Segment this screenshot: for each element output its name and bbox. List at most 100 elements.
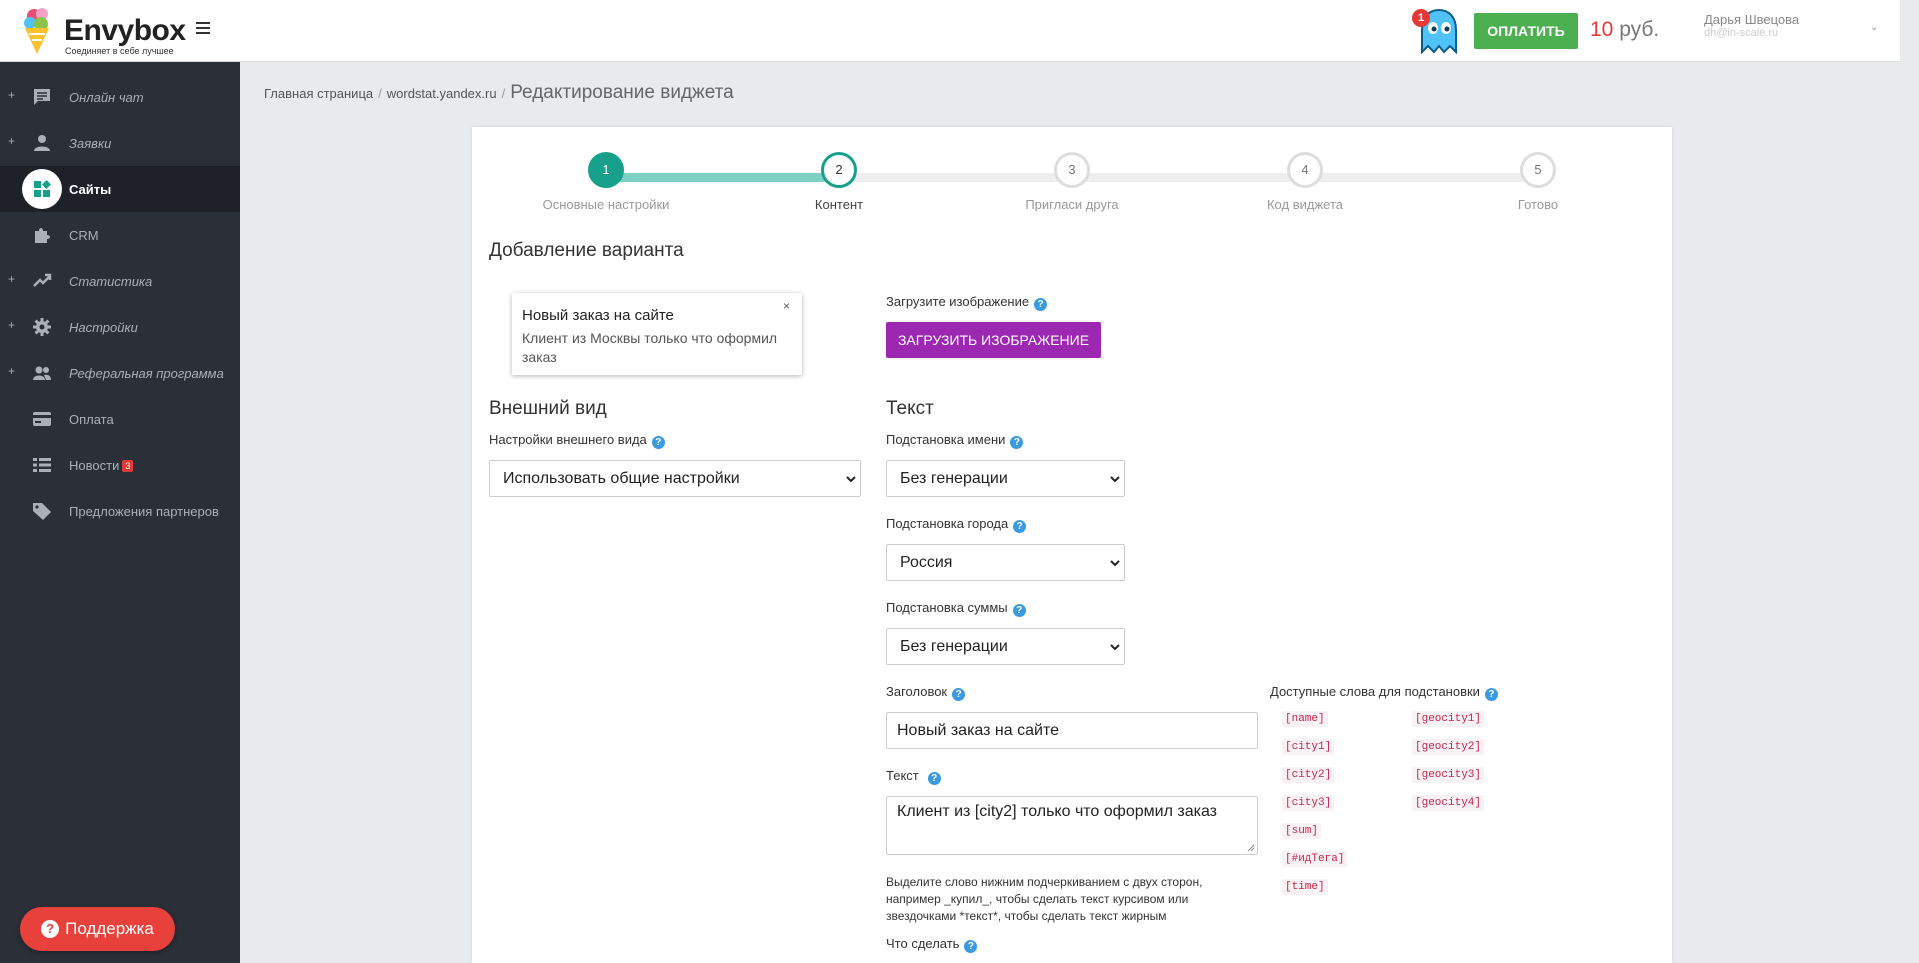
help-icon[interactable]: ? (952, 688, 966, 701)
sidebar-item-label: Оплата (69, 412, 114, 427)
pay-button[interactable]: ОПЛАТИТЬ (1474, 13, 1578, 49)
step-label: Готово (1517, 197, 1559, 212)
expand-plus-icon[interactable]: + (8, 364, 15, 378)
sidebar-item-crm[interactable]: CRM (0, 212, 240, 258)
help-icon[interactable]: ? (1034, 298, 1048, 311)
formatting-hint: Выделите слово нижним подчеркиванием с д… (886, 875, 1203, 923)
gear-icon (33, 318, 51, 336)
ice-cream-logo-icon (24, 8, 49, 54)
top-bar: Envybox Соединяет в себе лучшее 1 ОПЛАТИ… (0, 0, 1900, 62)
user-menu-chevron-down-icon[interactable]: ⌄ (1870, 22, 1878, 33)
placeholder-tag[interactable]: [city3] (1282, 795, 1335, 811)
placeholder-tag[interactable]: [geocity2] (1412, 739, 1485, 755)
placeholder-tag[interactable]: [city1] (1282, 739, 1335, 755)
tag-icon (33, 503, 51, 520)
sidebar-item-settings[interactable]: + Настройки (0, 304, 240, 350)
close-icon[interactable]: × (783, 299, 790, 313)
chevron-down-icon (1110, 560, 1120, 567)
chat-icon (34, 89, 50, 105)
help-icon[interactable]: ? (651, 436, 665, 449)
sidebar-item-sites[interactable]: Сайты (0, 166, 240, 212)
trending-icon (33, 273, 52, 287)
card-icon (33, 412, 51, 426)
puzzle-icon (35, 228, 50, 243)
people-icon (33, 366, 51, 380)
appearance-heading: Внешний вид (489, 398, 607, 419)
expand-plus-icon[interactable]: + (8, 88, 15, 102)
step-done[interactable]: 5 Готово (1458, 152, 1618, 212)
hamburger-menu-icon[interactable] (196, 22, 210, 36)
upload-label: Загрузите изображение? (886, 294, 1048, 311)
name-substitution-value: Без генерации (900, 470, 1008, 487)
news-label-text: Новости (69, 458, 120, 473)
placeholder-tag[interactable]: [city2] (1282, 767, 1335, 783)
placeholder-tag[interactable]: [sum] (1282, 823, 1322, 839)
body-text-textarea[interactable]: Клиент из [city2] только что оформил зак… (886, 796, 1258, 855)
placeholders-heading-text: Доступные слова для подстановки (1270, 684, 1480, 699)
placeholder-tag[interactable]: [name] (1282, 711, 1328, 727)
sidebar-item-requests[interactable]: + Заявки (0, 120, 240, 166)
support-button[interactable]: ? Поддержка (20, 907, 175, 951)
sidebar-item-news[interactable]: Новости 3 (0, 442, 240, 488)
person-icon (34, 135, 50, 151)
logo-name: Envybox (64, 14, 186, 47)
news-count-badge: 3 (122, 460, 134, 472)
step-number: 1 (588, 152, 624, 188)
sidebar-item-online-chat[interactable]: + Онлайн чат (0, 74, 240, 120)
expand-plus-icon[interactable]: + (8, 134, 15, 148)
breadcrumb-current: Редактирование виджета (510, 82, 734, 103)
help-icon[interactable]: ? (964, 940, 978, 953)
appearance-select-value: Использовать общие настройки (503, 470, 740, 487)
balance-amount: 10 (1590, 18, 1614, 41)
expand-plus-icon[interactable]: + (8, 272, 15, 286)
logo[interactable]: Envybox Соединяет в себе лучшее (22, 6, 186, 56)
placeholder-tag[interactable]: [geocity3] (1412, 767, 1485, 783)
sidebar-item-label: Реферальная программа (69, 366, 224, 381)
city-substitution-select[interactable]: Россия (886, 544, 1125, 581)
title-input[interactable]: Новый заказ на сайте (886, 712, 1258, 749)
stepper: 1 Основные настройки 2 Контент 3 Приглас… (472, 152, 1672, 232)
help-icon[interactable]: ? (1012, 604, 1026, 617)
sidebar-item-label: Настройки (69, 320, 138, 335)
sidebar-item-label: Сайты (69, 182, 112, 197)
help-icon[interactable]: ? (1010, 436, 1024, 449)
help-icon[interactable]: ? (1484, 688, 1498, 701)
help-icon[interactable]: ? (1013, 520, 1027, 533)
step-invite-friend[interactable]: 3 Пригласи друга (992, 152, 1152, 212)
breadcrumb-site[interactable]: wordstat.yandex.ru (387, 86, 497, 101)
placeholder-tag[interactable]: [#идТега] (1282, 851, 1348, 867)
expand-plus-icon[interactable]: + (8, 318, 15, 332)
notification-preview: × Новый заказ на сайте Клиент из Москвы … (512, 293, 802, 375)
chevron-down-icon (1110, 644, 1120, 651)
breadcrumb-home[interactable]: Главная страница (264, 86, 373, 101)
step-widget-code[interactable]: 4 Код виджета (1225, 152, 1385, 212)
sidebar-item-partner-offers[interactable]: Предложения партнеров (0, 488, 240, 534)
appearance-select[interactable]: Использовать общие настройки (489, 460, 861, 497)
sidebar-item-payment[interactable]: Оплата (0, 396, 240, 442)
sum-substitution-select[interactable]: Без генерации (886, 628, 1125, 665)
title-label: Заголовок? (886, 684, 966, 701)
placeholder-tag[interactable]: [time] (1282, 879, 1328, 895)
breadcrumb-separator: / (501, 86, 506, 101)
question-icon: ? (41, 920, 60, 938)
step-number: 2 (821, 152, 857, 188)
notification-badge: 1 (1412, 9, 1430, 27)
sidebar-item-referral-program[interactable]: + Реферальная программа (0, 350, 240, 396)
user-name[interactable]: Дарья Швецова (1704, 12, 1799, 27)
user-email[interactable]: dh@in-scale.ru (1704, 27, 1778, 39)
sites-icon (34, 180, 51, 197)
upload-image-button[interactable]: ЗАГРУЗИТЬ ИЗОБРАЖЕНИЕ (886, 322, 1101, 358)
step-content[interactable]: 2 Контент (759, 152, 919, 212)
chevron-down-icon (1110, 476, 1120, 483)
name-substitution-select[interactable]: Без генерации (886, 460, 1125, 497)
upload-label-text: Загрузите изображение (886, 294, 1030, 309)
help-icon[interactable]: ? (927, 772, 941, 785)
sidebar-item-statistics[interactable]: + Статистика (0, 258, 240, 304)
city-substitution-label-text: Подстановка города (886, 516, 1009, 531)
placeholder-tag[interactable]: [geocity4] (1412, 795, 1485, 811)
name-substitution-label-text: Подстановка имени (886, 432, 1006, 447)
resize-grip-icon[interactable] (1247, 844, 1255, 852)
placeholder-tag[interactable]: [geocity1] (1412, 711, 1485, 727)
breadcrumb-separator: / (378, 86, 382, 101)
step-main-settings[interactable]: 1 Основные настройки (526, 152, 686, 212)
